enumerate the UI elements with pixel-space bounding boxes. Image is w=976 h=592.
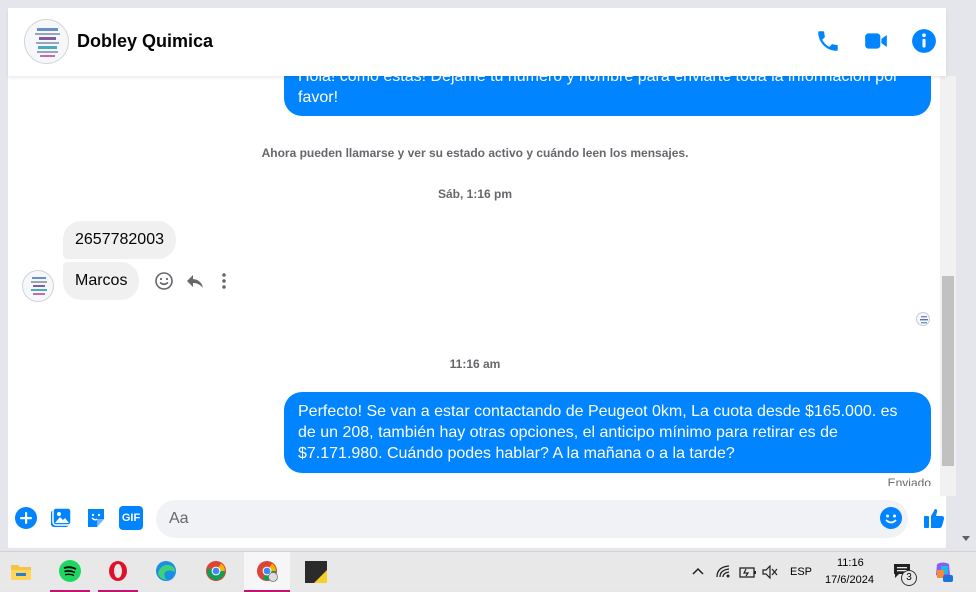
incoming-message-bubble[interactable]: 2657782003 [63, 221, 176, 259]
message-text: 2657782003 [75, 231, 164, 248]
more-options-icon[interactable] [216, 271, 232, 291]
timestamp-divider: Sáb, 1:16 pm [437, 187, 513, 201]
chrome-profile-icon [257, 561, 278, 582]
outgoing-message-bubble[interactable]: Perfecto! Se van a estar contactando de … [284, 392, 931, 473]
photo-gallery-icon[interactable] [49, 506, 73, 530]
contact-name[interactable]: Dobley Quimica [77, 31, 213, 52]
volume-muted-icon[interactable] [762, 565, 778, 579]
opera-icon [109, 561, 127, 581]
contact-avatar[interactable] [24, 19, 69, 64]
notification-count-badge: 3 [901, 570, 917, 586]
timestamp-divider: 11:16 am [449, 357, 501, 371]
chat-header: Dobley Quimica [8, 8, 946, 76]
message-text: Perfecto! Se van a estar contactando de … [298, 403, 898, 462]
outgoing-message-bubble[interactable]: Hola! como estas! Dejame tu numero y nom… [284, 76, 931, 116]
spotify-icon [59, 560, 81, 582]
emoji-icon[interactable] [879, 506, 903, 530]
react-emoji-icon[interactable] [154, 271, 174, 291]
show-hidden-icons-chevron-icon[interactable] [692, 566, 704, 576]
edge-icon [156, 561, 176, 581]
clock-date[interactable]: 17/6/2024 [825, 574, 874, 586]
screen: Dobley Quimica Hola! como estas! Dejame … [0, 0, 976, 592]
messenger-chat-window: Dobley Quimica Hola! como estas! Dejame … [8, 8, 946, 548]
reply-icon[interactable] [185, 271, 205, 291]
message-list[interactable]: Hola! como estas! Dejame tu numero y nom… [8, 76, 942, 486]
taskbar-spotify[interactable] [50, 552, 90, 592]
copilot-icon[interactable] [932, 561, 954, 583]
message-text: Hola! como estas! Dejame tu numero y nom… [298, 76, 899, 106]
taskbar-file-explorer[interactable] [0, 552, 40, 592]
notification-count: 3 [906, 572, 912, 583]
message-status: Enviado [887, 476, 931, 486]
info-icon[interactable] [911, 28, 937, 54]
incoming-message-bubble[interactable]: Marcos [63, 262, 140, 300]
page-scroll-arrow-down-icon[interactable] [962, 536, 970, 541]
chat-scrollbar[interactable] [940, 76, 956, 496]
taskbar-chrome[interactable] [196, 552, 236, 592]
message-composer: GIF [8, 493, 946, 548]
sticky-note-icon [305, 561, 327, 583]
clock-time[interactable]: 11:16 [837, 557, 864, 569]
taskbar-chrome-profile-active[interactable] [244, 552, 290, 592]
battery-charging-icon[interactable] [739, 565, 757, 579]
network-wifi-icon[interactable] [716, 565, 732, 579]
taskbar-sticky-app[interactable] [296, 552, 336, 592]
taskbar-opera[interactable] [98, 552, 138, 592]
input-language[interactable]: ESP [790, 566, 812, 578]
sender-avatar[interactable] [22, 270, 54, 302]
like-thumbs-up-icon[interactable] [922, 506, 946, 530]
system-notice: Ahora pueden llamarse y ver su estado ac… [261, 146, 689, 160]
folder-icon [11, 565, 31, 580]
taskbar-edge[interactable] [146, 552, 186, 592]
scrollbar-thumb[interactable] [942, 276, 954, 466]
video-call-icon[interactable] [863, 28, 889, 54]
message-input[interactable] [156, 500, 908, 538]
windows-taskbar: ESP 11:16 17/6/2024 3 [0, 551, 976, 592]
gif-button[interactable]: GIF [119, 506, 143, 530]
message-text: Marcos [75, 272, 128, 289]
phone-call-icon[interactable] [815, 28, 841, 54]
read-receipt-avatar [916, 312, 930, 326]
plus-icon[interactable] [14, 506, 38, 530]
chrome-icon [206, 561, 226, 581]
sticker-icon[interactable] [84, 506, 108, 530]
